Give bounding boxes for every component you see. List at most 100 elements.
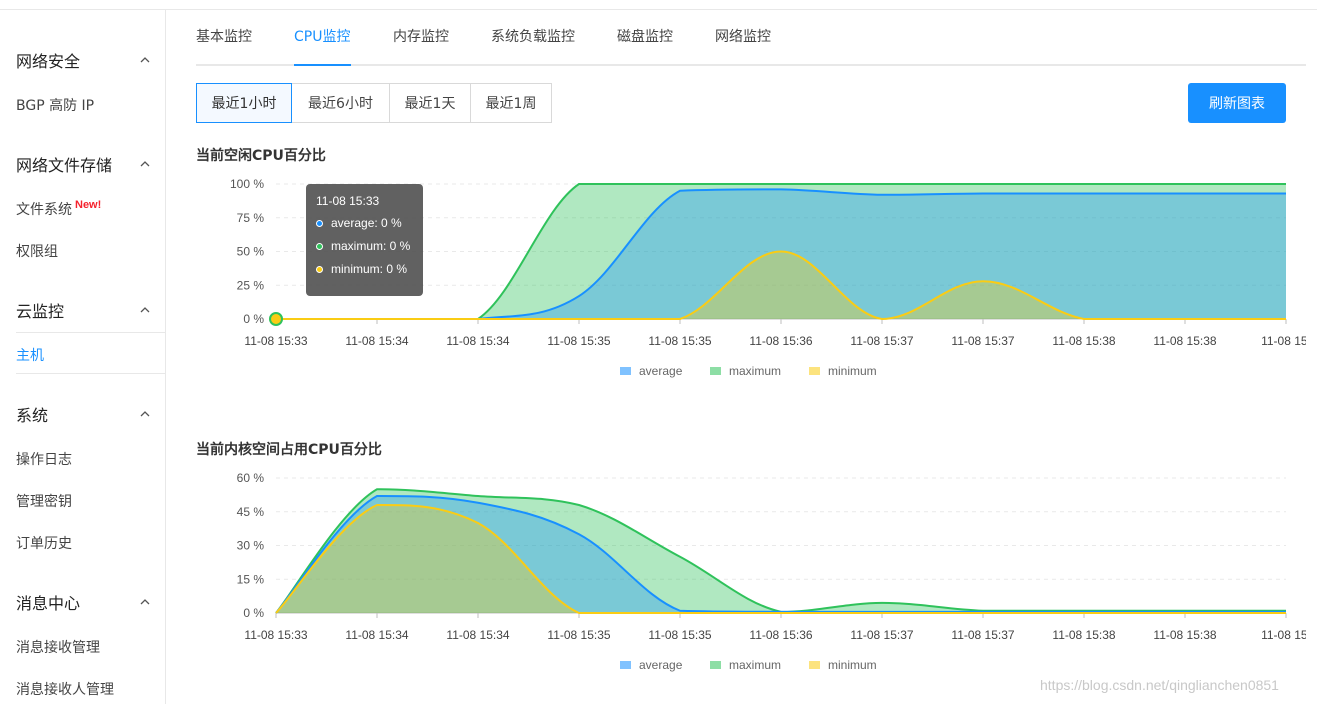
chevron-up-icon — [140, 599, 150, 605]
range-1w-button[interactable]: 最近1周 — [471, 83, 552, 123]
sidebar-divider — [16, 332, 166, 333]
tab-memory[interactable]: 内存监控 — [393, 26, 449, 66]
sidebar-group-message-center[interactable]: 消息中心 — [16, 588, 150, 616]
sidebar-group-label: 网络安全 — [16, 52, 81, 71]
x-tick-label: 11-08 15:36 — [749, 628, 812, 642]
minimum-legend-icon — [809, 367, 820, 375]
x-tick-label: 11-08 15:38 — [1153, 628, 1216, 642]
sidebar-group-system[interactable]: 系统 — [16, 400, 150, 428]
range-1d-button[interactable]: 最近1天 — [390, 83, 471, 123]
legend-label[interactable]: minimum — [828, 658, 877, 672]
minimum-dot-icon — [316, 265, 323, 273]
sidebar-item-message-receivers[interactable]: 消息接收人管理 — [16, 679, 114, 699]
active-tab-indicator — [294, 64, 351, 66]
x-tick-label: 11-08 15:34 — [446, 334, 509, 348]
tab-basic[interactable]: 基本监控 — [196, 26, 252, 66]
y-tick-label: 0 % — [243, 312, 264, 326]
sidebar-group-network-security[interactable]: 网络安全 — [16, 46, 150, 74]
refresh-chart-button[interactable]: 刷新图表 — [1188, 83, 1286, 123]
tooltip-title: 11-08 15:33 — [316, 194, 380, 208]
chart-tooltip: 11-08 15:33 average: 0 % maximum: 0 % mi… — [306, 184, 423, 296]
tooltip-row-maximum: maximum: 0 % — [316, 239, 413, 253]
x-tick-label: 11-08 15:33 — [244, 628, 307, 642]
x-tick-label: 11-08 15: — [1261, 334, 1306, 348]
range-1h-button[interactable]: 最近1小时 — [196, 83, 292, 123]
x-tick-label: 11-08 15:38 — [1052, 334, 1115, 348]
y-tick-label: 45 % — [237, 505, 265, 519]
sidebar-item-permission-group[interactable]: 权限组 — [16, 241, 58, 261]
x-tick-label: 11-08 15:35 — [547, 628, 610, 642]
legend-label[interactable]: maximum — [729, 364, 781, 378]
kernel-cpu-chart[interactable]: 60 % 45 % 30 % 15 % 0 % 11-08 15:33 11-08 15:3… — [196, 464, 1306, 684]
maximum-dot-icon — [316, 242, 323, 250]
maximum-legend-icon — [710, 661, 721, 669]
tab-cpu[interactable]: CPU监控 — [294, 26, 350, 66]
tab-network[interactable]: 网络监控 — [715, 26, 771, 66]
tooltip-row-average: average: 0 % — [316, 216, 413, 230]
sidebar-item-host[interactable]: 主机 — [16, 345, 44, 365]
tooltip-row-minimum: minimum: 0 % — [316, 262, 413, 276]
y-tick-label: 50 % — [237, 245, 265, 259]
y-tick-label: 75 % — [237, 211, 265, 225]
chevron-up-icon — [140, 411, 150, 417]
x-tick-label: 11-08 15: — [1261, 628, 1306, 642]
tooltip-row-text: maximum: 0 % — [331, 239, 411, 253]
sidebar-group-label: 消息中心 — [16, 594, 81, 613]
legend-label[interactable]: average — [639, 364, 683, 378]
x-tick-label: 11-08 15:36 — [749, 334, 812, 348]
sidebar-item-message-receive[interactable]: 消息接收管理 — [16, 637, 100, 657]
x-tick-label: 11-08 15:37 — [850, 334, 913, 348]
y-tick-label: 15 % — [237, 572, 265, 586]
sidebar-item-operation-log[interactable]: 操作日志 — [16, 449, 72, 469]
minimum-legend-icon — [809, 661, 820, 669]
watermark: https://blog.csdn.net/qinglianchen0851 — [1040, 677, 1279, 693]
sidebar-group-label: 云监控 — [16, 302, 65, 321]
chart-title: 当前空闲CPU百分比 — [196, 148, 326, 164]
x-tick-label: 11-08 15:38 — [1153, 334, 1216, 348]
sidebar-item-keys[interactable]: 管理密钥 — [16, 491, 72, 511]
monitor-tabs: 基本监控 CPU监控 内存监控 系统负载监控 磁盘监控 网络监控 — [196, 10, 1306, 66]
x-tick-label: 11-08 15:37 — [951, 334, 1014, 348]
sidebar-divider — [16, 373, 166, 374]
x-tick-label: 11-08 15:35 — [547, 334, 610, 348]
sidebar-item-filesystem[interactable]: 文件系统 New! — [16, 199, 101, 219]
chevron-up-icon — [140, 57, 150, 63]
hover-marker — [269, 312, 283, 326]
chevron-up-icon — [140, 307, 150, 313]
x-tick-label: 11-08 15:37 — [850, 628, 913, 642]
average-legend-icon — [620, 367, 631, 375]
sidebar-item-order-history[interactable]: 订单历史 — [16, 533, 72, 553]
legend-label[interactable]: average — [639, 658, 683, 672]
sidebar-group-label: 系统 — [16, 406, 49, 425]
chart-title: 当前内核空间占用CPU百分比 — [196, 442, 382, 458]
y-tick-label: 25 % — [237, 278, 265, 292]
x-tick-label: 11-08 15:37 — [951, 628, 1014, 642]
tooltip-row-text: minimum: 0 % — [331, 262, 408, 276]
x-tick-label: 11-08 15:34 — [345, 334, 408, 348]
tooltip-row-text: average: 0 % — [331, 216, 402, 230]
new-badge: New! — [75, 199, 102, 211]
tab-disk[interactable]: 磁盘监控 — [617, 26, 673, 66]
tab-load[interactable]: 系统负载监控 — [491, 26, 575, 66]
average-dot-icon — [316, 219, 323, 227]
legend-label[interactable]: maximum — [729, 658, 781, 672]
x-tick-label: 11-08 15:33 — [244, 334, 307, 348]
y-tick-label: 100 % — [230, 177, 264, 191]
sidebar-item-label: 文件系统 — [16, 202, 72, 218]
chevron-up-icon — [140, 161, 150, 167]
sidebar-group-label: 网络文件存储 — [16, 156, 113, 175]
legend-label[interactable]: minimum — [828, 364, 877, 378]
sidebar-group-file-storage[interactable]: 网络文件存储 — [16, 150, 150, 178]
x-tick-label: 11-08 15:34 — [345, 628, 408, 642]
sidebar-item-bgp[interactable]: BGP 高防 IP — [16, 95, 94, 115]
sidebar-nav: 网络安全 BGP 高防 IP 网络文件存储 文件系统 New! 权限组 云监控 主… — [0, 10, 166, 704]
x-tick-label: 11-08 15:34 — [446, 628, 509, 642]
range-6h-button[interactable]: 最近6小时 — [292, 83, 390, 123]
x-tick-label: 11-08 15:35 — [648, 334, 711, 348]
x-tick-label: 11-08 15:35 — [648, 628, 711, 642]
y-tick-label: 30 % — [237, 539, 265, 553]
average-legend-icon — [620, 661, 631, 669]
maximum-legend-icon — [710, 367, 721, 375]
y-tick-label: 0 % — [243, 606, 264, 620]
sidebar-group-cloud-monitor[interactable]: 云监控 — [16, 296, 150, 324]
